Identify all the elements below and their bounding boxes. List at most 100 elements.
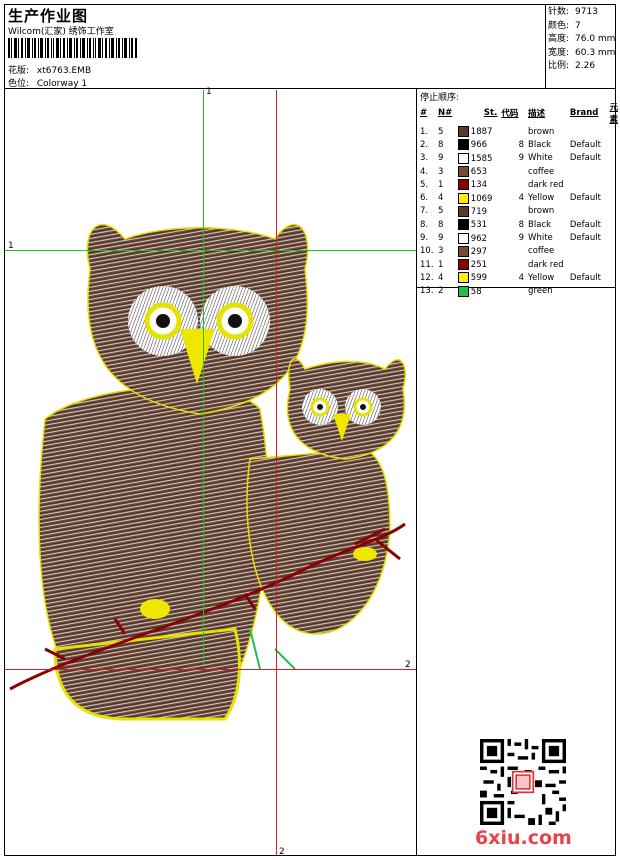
design-file-row: 花版: xt6763.EMB [8,63,91,76]
col-header-stitches: St. [483,108,498,118]
color-swatch [457,139,469,151]
panel-divider-v [416,88,417,856]
leaves-figure [249,628,296,670]
col-header-element: 元素 [609,103,618,125]
row-index: 9. [420,233,429,244]
row-index: 12. [420,272,434,283]
row-brand [568,125,608,138]
color-swatch [457,192,469,204]
row-element [607,191,620,204]
row-stitches: 1069 [456,191,500,204]
stats-panel: 针数: 9713 颜色: 7 高度: 76.0 mm 宽度: 60.3 mm 比例: 2.… [548,6,615,74]
col-header-code: 代码 [501,109,519,119]
row-desc: White [528,153,553,164]
row-element [607,218,620,231]
design-label: 花版: [8,66,30,76]
row-stitches: 966 [456,138,500,151]
red-guide-vertical [276,90,277,855]
row-desc: Black [528,139,552,150]
row-desc: Black [528,219,552,230]
row-element [607,125,620,138]
stat-scale: 比例: 2.26 [548,61,596,71]
row-stitches: 531 [456,218,500,231]
row-brand [568,178,608,191]
table-row: 13. 2 58 green [418,285,620,298]
table-row: 12. 4 599 4 Yellow Default [418,271,620,284]
table-row: 3. 9 1585 9 White Default [418,152,620,165]
red-guide-h-label: 2 [405,660,411,670]
stop-sequence-table: # N# St. 代码 描述 Brand 元素 1. 5 1887 brown 2. 8 9… [418,101,620,298]
red-guide-v-label: 2 [279,847,285,857]
row-brand [568,285,608,298]
row-needle: 5 [437,206,444,217]
color-swatch [457,245,469,257]
row-needle: 9 [437,153,444,164]
row-element [607,245,620,258]
color-swatch [457,285,469,297]
row-desc: brown [528,126,555,137]
row-brand [568,245,608,258]
colorway-label: 色位: [8,79,30,89]
table-row: 7. 5 719 brown [418,205,620,218]
stat-colors: 颜色: 7 [548,20,581,31]
row-desc: Yellow [528,193,555,204]
row-code [499,245,526,258]
row-index: 7. [420,206,429,217]
row-brand: Default [569,219,601,230]
row-element [607,138,620,151]
colorway-value: Colorway 1 [36,79,88,89]
row-element [607,271,620,284]
row-code: 8 [518,219,525,230]
row-element [607,205,620,218]
row-brand: Default [569,153,601,164]
row-stitches: 251 [456,258,500,271]
stat-stitches: 针数: 9713 [548,7,598,17]
color-swatch [457,219,469,231]
green-guide-h-label: 1 [8,241,14,251]
row-index: 3. [420,153,429,164]
row-needle: 1 [437,259,444,270]
row-index: 6. [420,193,429,204]
row-needle: 4 [437,272,444,283]
row-needle: 9 [437,233,444,244]
green-guide-v-label: 1 [206,87,212,97]
row-desc: green [528,286,553,297]
row-element [607,231,620,244]
table-row: 2. 8 966 8 Black Default [418,138,620,151]
col-header-needle: N# [437,108,453,118]
row-stitches: 134 [456,178,500,191]
row-desc: dark red [528,259,564,270]
barcode [8,38,137,58]
row-stitches: 1585 [456,152,500,165]
row-stitches: 58 [456,285,500,298]
row-desc: dark red [528,179,564,190]
color-swatch [457,166,469,178]
row-code: 9 [518,233,525,244]
green-guide-vertical [203,90,204,665]
table-row: 4. 3 653 coffee [418,165,620,178]
row-element [607,258,620,271]
row-stitches: 719 [456,205,500,218]
color-swatch [457,259,469,271]
row-stitches: 1887 [456,125,500,138]
row-brand: Default [569,272,601,283]
row-desc: Yellow [528,272,555,283]
row-index: 4. [420,166,429,177]
row-index: 11. [420,259,434,270]
small-owl-figure [246,357,407,635]
table-header-row: # N# St. 代码 描述 Brand 元素 [418,101,620,125]
row-code [499,285,526,298]
table-row: 1. 5 1887 brown [418,125,620,138]
color-swatch [457,232,469,244]
row-brand [568,205,608,218]
row-brand [568,165,608,178]
row-index: 10. [420,246,434,257]
col-header-brand: Brand [569,108,599,118]
table-row: 6. 4 1069 4 Yellow Default [418,191,620,204]
stat-width: 宽度: 60.3 mm [548,47,616,58]
color-swatch [457,126,469,138]
row-code: 4 [518,193,525,204]
row-desc: coffee [528,246,555,257]
color-swatch [457,179,469,191]
row-stitches: 962 [456,231,500,244]
